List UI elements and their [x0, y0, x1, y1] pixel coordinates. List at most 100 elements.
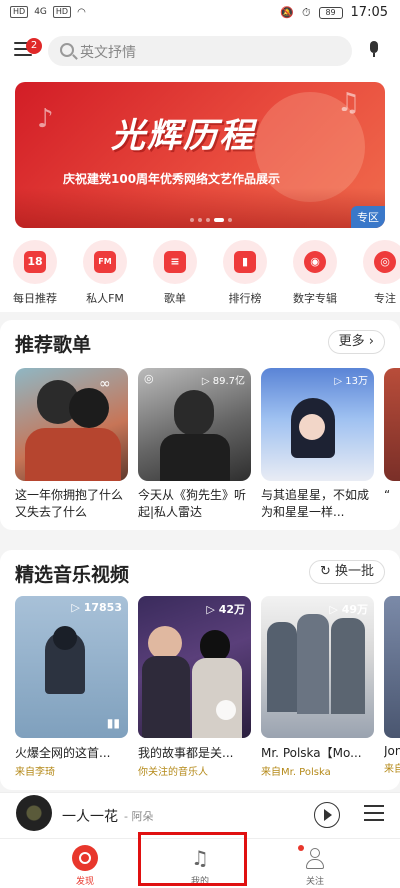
now-playing-artist: - 阿朵	[124, 810, 154, 823]
refresh-button[interactable]: ↻ 换一批	[308, 560, 385, 584]
notification-dot	[298, 845, 304, 851]
quick-link-daily[interactable]: 18 每日推荐	[0, 240, 70, 306]
refresh-label: 换一批	[334, 564, 374, 579]
quick-link-album[interactable]: ◉ 数字专辑	[280, 240, 350, 306]
playlist-title: “	[384, 488, 391, 502]
video-cover: ▮▮ ▷ 17853	[15, 596, 128, 738]
video-card[interactable]: ▮▮ ▷ 17853 火爆全网的这首... 来自李琦	[15, 596, 128, 778]
playlist-title: 今天从《狗先生》听起|私人雷达	[138, 488, 247, 519]
tab-follow[interactable]: 关注	[280, 845, 350, 887]
status-bar: HD 4G HD ◠ 🔕 ⏱ 89 17:05	[0, 0, 400, 28]
sim1-hd-badge: HD	[10, 6, 29, 18]
quick-link-label: 私人FM	[86, 292, 124, 305]
discover-icon	[72, 845, 98, 871]
wifi-icon: ◠	[77, 6, 86, 18]
playlist-card[interactable]: ◎ ▷ 89.7亿 今天从《狗先生》听起|私人雷达	[138, 368, 251, 521]
playlist-row: ∞ 这一年你拥抱了什么 又失去了什么 ◎ ▷ 89.7亿 今天从《狗先生》听起|…	[15, 368, 400, 521]
alarm-icon: ⏱	[301, 5, 311, 19]
video-title: Mr. Polska【Mo...	[261, 746, 362, 760]
tab-discover[interactable]: 发现	[50, 845, 120, 887]
tab-label: 关注	[305, 877, 324, 887]
video-card[interactable]: ▷ 42万 我的故事都是关... 你关注的音乐人	[138, 596, 251, 778]
tab-label: 发现	[75, 877, 94, 887]
network-type: 4G	[34, 7, 47, 17]
user-icon	[298, 845, 328, 871]
quick-link-label: 数字专辑	[293, 292, 337, 305]
banner-subtitle: 庆祝建党100周年优秀网络文艺作品展示	[63, 172, 281, 186]
quick-link-charts[interactable]: ▮ 排行榜	[210, 240, 280, 306]
play-count: ▷ 89.7亿	[201, 376, 245, 387]
radio-icon: FM	[94, 251, 116, 273]
promo-banner[interactable]: ♪ ♫ 光辉历程 庆祝建党100周年优秀网络文艺作品展示 专区	[15, 82, 385, 228]
search-placeholder: 英文抒情	[80, 45, 136, 61]
play-count: ▷ 17853	[71, 601, 122, 614]
play-count: ▷ 49万	[329, 603, 368, 616]
playlist-cover	[384, 368, 400, 481]
calendar-icon: 18	[24, 251, 46, 273]
quick-link-label: 排行榜	[228, 292, 262, 305]
video-card[interactable]: Jon 来自	[384, 596, 400, 778]
banner-title: 光辉历程	[111, 116, 255, 156]
video-source: 你关注的音乐人	[138, 767, 208, 778]
play-count: ▷ 42万	[206, 603, 245, 616]
now-playing-title: 一人一花	[62, 809, 118, 825]
playlist-card[interactable]: “	[384, 368, 400, 521]
music-note-icon: ♫	[337, 88, 361, 118]
video-cover	[384, 596, 400, 738]
quick-link-label: 专注	[374, 292, 396, 305]
video-source: 来自Mr. Polska	[261, 767, 331, 778]
sim2-hd-badge: HD	[52, 6, 72, 18]
mute-icon: 🔕	[280, 6, 294, 19]
music-videos: 精选音乐视频 ↻ 换一批 ▮▮ ▷ 17853 火爆全网的这首... 来自李琦	[0, 550, 400, 790]
chart-icon: ▮	[234, 251, 256, 273]
highlight-box	[138, 832, 247, 886]
playlist-cover: ∞	[15, 368, 128, 481]
radar-icon: ◎	[144, 372, 154, 385]
video-source: 来自李琦	[15, 767, 55, 778]
video-title: 我的故事都是关...	[138, 746, 234, 760]
playlist-cover: ◎ ▷ 89.7亿	[138, 368, 251, 481]
quick-link-playlist[interactable]: ≡ 歌单	[140, 240, 210, 306]
banner-pager	[190, 218, 232, 222]
search-icon	[60, 43, 74, 57]
equalizer-icon: ▮▮	[106, 716, 120, 730]
more-button[interactable]: 更多 ›	[327, 330, 385, 354]
battery-icon: 89	[318, 6, 343, 19]
search-bar[interactable]: 英文抒情	[48, 36, 352, 66]
focus-icon: ◎	[374, 251, 396, 273]
video-title: 火爆全网的这首...	[15, 746, 111, 760]
top-bar: 2 英文抒情	[0, 28, 400, 72]
album-disc[interactable]	[16, 795, 52, 831]
quick-link-focus[interactable]: ◎ 专注	[350, 240, 400, 306]
quick-link-label: 歌单	[164, 292, 186, 305]
video-title: Jon	[384, 744, 400, 758]
video-row: ▮▮ ▷ 17853 火爆全网的这首... 来自李琦 ▷ 42万 我的故事都是关…	[15, 596, 400, 778]
recommended-playlists: 推荐歌单 更多 › ∞ 这一年你拥抱了什么 又失去了什么 ◎ ▷ 89.7亿 今…	[0, 320, 400, 530]
playlist-cover: ▷ 13万	[261, 368, 374, 481]
play-icon	[216, 700, 236, 720]
more-label: 更多	[338, 334, 365, 349]
video-cover: ▷ 42万	[138, 596, 251, 738]
playlist-card[interactable]: ∞ 这一年你拥抱了什么 又失去了什么	[15, 368, 128, 521]
microphone-icon[interactable]	[368, 41, 380, 59]
video-source: 来自	[384, 764, 400, 775]
discover-feed[interactable]: ♪ ♫ 光辉历程 庆祝建党100周年优秀网络文艺作品展示 专区 18 每日推荐 …	[0, 72, 400, 792]
quick-link-fm[interactable]: FM 私人FM	[70, 240, 140, 306]
banner-decoration	[15, 188, 385, 228]
section-title: 推荐歌单	[15, 334, 92, 356]
playlist-title: 这一年你拥抱了什么 又失去了什么	[15, 488, 124, 519]
music-note-icon: ♪	[37, 104, 54, 134]
banner-tag: 专区	[351, 206, 385, 228]
quick-links: 18 每日推荐 FM 私人FM ≡ 歌单 ▮ 排行榜 ◉ 数字专辑 ◎ 专注	[0, 240, 400, 306]
play-button[interactable]	[314, 802, 340, 828]
video-card[interactable]: ▷ 49万 Mr. Polska【Mo... 来自Mr. Polska	[261, 596, 374, 778]
banner-section: ♪ ♫ 光辉历程 庆祝建党100周年优秀网络文艺作品展示 专区 18 每日推荐 …	[0, 72, 400, 312]
loop-icon: ∞	[99, 376, 111, 392]
playlist-icon: ≡	[164, 251, 186, 273]
playlist-card[interactable]: ▷ 13万 与其追星星，不如成为和星星一样...	[261, 368, 374, 521]
section-title: 精选音乐视频	[15, 564, 130, 586]
playlist-queue-icon[interactable]	[364, 805, 384, 825]
quick-link-label: 每日推荐	[13, 292, 57, 305]
refresh-icon: ↻	[319, 564, 331, 579]
clock: 17:05	[350, 5, 388, 20]
